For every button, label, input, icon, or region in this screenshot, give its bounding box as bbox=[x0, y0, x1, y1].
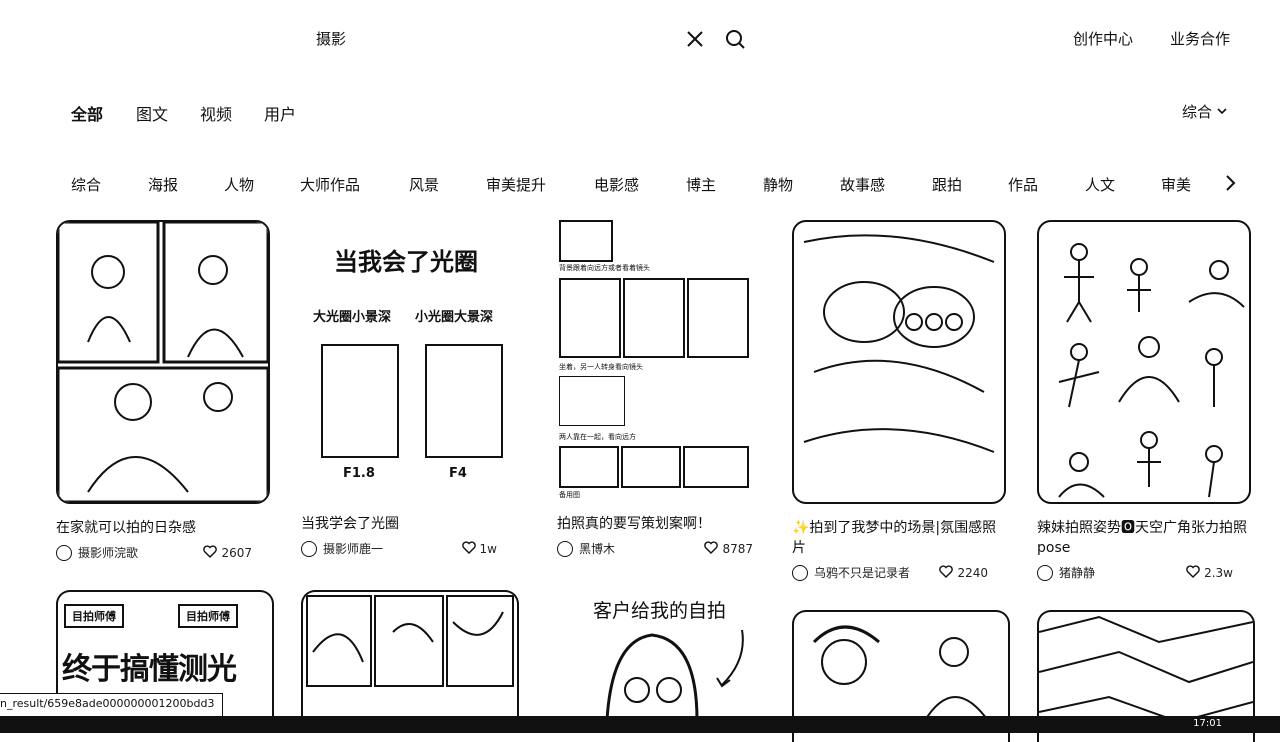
search-icon[interactable] bbox=[724, 28, 746, 50]
category-chip[interactable]: 作品 bbox=[1008, 174, 1038, 195]
chevron-right-icon[interactable] bbox=[1220, 172, 1240, 194]
avatar bbox=[1037, 564, 1053, 581]
sort-dropdown[interactable]: 综合 bbox=[1182, 101, 1228, 122]
note-card[interactable]: 背景跟着向远方或者看着镜头 坐着，另一人转身看向镜头 两人靠在一起，看向远方 备… bbox=[557, 220, 771, 557]
note-title[interactable]: 辣妹拍照姿势🅾天空广角张力拍照pose bbox=[1037, 518, 1251, 558]
avatar bbox=[792, 564, 808, 581]
author-name: 猪静静 bbox=[1059, 566, 1096, 580]
avatar bbox=[557, 540, 573, 557]
category-chip[interactable]: 博主 bbox=[686, 174, 716, 195]
tab-video[interactable]: 视频 bbox=[200, 101, 232, 125]
category-chip[interactable]: 人物 bbox=[224, 174, 254, 195]
like-count: 2.3w bbox=[1204, 565, 1233, 580]
search-input[interactable]: 摄影 bbox=[316, 28, 346, 49]
note-card[interactable] bbox=[301, 590, 519, 722]
cover-label-left: 大光圈小景深 bbox=[313, 310, 392, 325]
business-link[interactable]: 业务合作 bbox=[1170, 28, 1230, 49]
category-chip[interactable]: 大师作品 bbox=[300, 174, 360, 195]
avatar bbox=[56, 544, 72, 561]
like-count: 8787 bbox=[722, 541, 753, 556]
heart-icon bbox=[203, 544, 218, 561]
author[interactable]: 黑博木 bbox=[557, 540, 615, 557]
cover-caption: 坐着，另一人转身看向镜头 bbox=[559, 363, 643, 371]
note-cover-image[interactable] bbox=[56, 220, 270, 504]
creator-center-link[interactable]: 创作中心 bbox=[1073, 28, 1133, 49]
like-button[interactable]: 1w bbox=[461, 540, 497, 557]
heart-icon bbox=[461, 540, 476, 557]
author-name: 黑博木 bbox=[579, 542, 616, 556]
heart-icon bbox=[704, 540, 719, 557]
note-title[interactable]: 在家就可以拍的日杂感 bbox=[56, 518, 270, 538]
avatar bbox=[301, 540, 317, 557]
cover-caption: 备用图 bbox=[559, 491, 580, 499]
like-count: 1w bbox=[479, 541, 497, 556]
tab-image-text[interactable]: 图文 bbox=[136, 101, 168, 125]
author-name: 乌鸦不只是记录者 bbox=[814, 566, 911, 580]
cover-stamp: 目拍师傅 bbox=[178, 604, 238, 628]
sort-label: 综合 bbox=[1182, 103, 1213, 121]
cover-fstop-left: F1.8 bbox=[343, 466, 375, 481]
cover-stamp: 目拍师傅 bbox=[64, 604, 124, 628]
heart-icon bbox=[939, 564, 954, 581]
like-count: 2607 bbox=[221, 545, 252, 560]
tab-users[interactable]: 用户 bbox=[264, 101, 296, 125]
chevron-down-icon bbox=[1216, 103, 1228, 121]
note-card[interactable]: 客户给我的自拍 bbox=[557, 590, 771, 720]
cover-caption: 两人靠在一起，看向远方 bbox=[559, 433, 636, 441]
note-card[interactable]: ✨拍到了我梦中的场景|氛围感照片 乌鸦不只是记录者 2240 bbox=[792, 220, 1006, 581]
note-cover-image[interactable]: 背景跟着向远方或者看着镜头 坐着，另一人转身看向镜头 两人靠在一起，看向远方 备… bbox=[557, 220, 767, 500]
author[interactable]: 摄影师鹿一 bbox=[301, 540, 383, 557]
cover-caption: 背景跟着向远方或者看着镜头 bbox=[559, 264, 650, 272]
category-chip[interactable]: 审美 bbox=[1161, 174, 1191, 195]
note-title[interactable]: 拍照真的要写策划案啊！ bbox=[557, 514, 771, 534]
author[interactable]: 猪静静 bbox=[1037, 564, 1095, 581]
note-card[interactable]: 在家就可以拍的日杂感 摄影师浣歌 2607 bbox=[56, 220, 270, 561]
cover-fstop-right: F4 bbox=[449, 466, 467, 481]
note-cover-image[interactable]: 当我会了光圈 大光圈小景深 小光圈大景深 F1.8 F4 bbox=[301, 220, 511, 500]
category-chip[interactable]: 风景 bbox=[409, 174, 439, 195]
note-card[interactable]: 当我会了光圈 大光圈小景深 小光圈大景深 F1.8 F4 当我学会了光圈 摄影师… bbox=[301, 220, 515, 557]
category-chip[interactable]: 电影感 bbox=[594, 174, 639, 195]
author-name: 摄影师鹿一 bbox=[323, 542, 384, 556]
like-button[interactable]: 2607 bbox=[203, 544, 252, 561]
category-chip[interactable]: 审美提升 bbox=[486, 174, 546, 195]
category-chip[interactable]: 故事感 bbox=[840, 174, 885, 195]
category-chip[interactable]: 海报 bbox=[148, 174, 178, 195]
category-chip[interactable]: 综合 bbox=[71, 174, 101, 195]
like-count: 2240 bbox=[957, 565, 988, 580]
category-chip[interactable]: 静物 bbox=[763, 174, 793, 195]
clear-icon[interactable] bbox=[684, 28, 706, 50]
taskbar-clock: 17:01 bbox=[1193, 718, 1222, 729]
heart-icon bbox=[1186, 564, 1200, 581]
like-button[interactable]: 2240 bbox=[939, 564, 988, 581]
tab-all[interactable]: 全部 bbox=[71, 101, 103, 125]
note-title[interactable]: ✨拍到了我梦中的场景|氛围感照片 bbox=[792, 518, 1006, 558]
author[interactable]: 乌鸦不只是记录者 bbox=[792, 564, 910, 581]
note-title[interactable]: 当我学会了光圈 bbox=[301, 514, 515, 534]
status-url: n_result/659e8ade000000001200bdd3 bbox=[0, 693, 224, 717]
like-button[interactable]: 2.3w bbox=[1186, 564, 1233, 581]
like-button[interactable]: 8787 bbox=[704, 540, 753, 557]
author-name: 摄影师浣歌 bbox=[78, 546, 139, 560]
note-cover-image[interactable] bbox=[792, 220, 1006, 504]
note-card[interactable]: 辣妹拍照姿势🅾天空广角张力拍照pose 猪静静 2.3w bbox=[1037, 220, 1251, 581]
cover-label-right: 小光圈大景深 bbox=[415, 310, 494, 325]
author[interactable]: 摄影师浣歌 bbox=[56, 544, 138, 561]
category-chip[interactable]: 人文 bbox=[1085, 174, 1115, 195]
cover-heading: 当我会了光圈 bbox=[334, 248, 478, 276]
category-chip[interactable]: 跟拍 bbox=[932, 174, 962, 195]
note-cover-image[interactable] bbox=[1037, 220, 1251, 504]
taskbar: 17:01 bbox=[0, 716, 1280, 733]
